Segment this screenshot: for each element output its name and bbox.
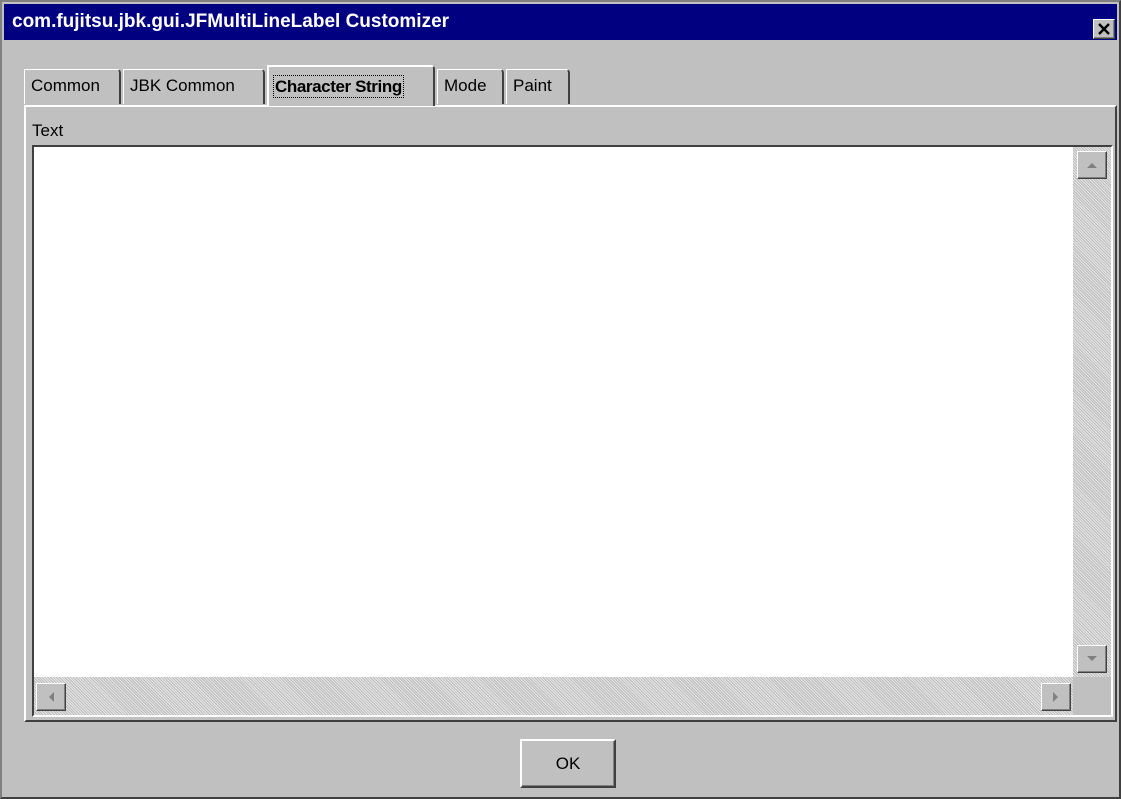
ok-button[interactable]: OK bbox=[520, 739, 616, 788]
customizer-window: com.fujitsu.jbk.gui.JFMultiLineLabel Cus… bbox=[0, 0, 1121, 799]
arrow-right-icon bbox=[1053, 692, 1058, 702]
horizontal-scrollbar[interactable] bbox=[34, 677, 1073, 715]
tab-label: Paint bbox=[513, 76, 552, 95]
scroll-left-button[interactable] bbox=[36, 683, 66, 711]
scroll-down-button[interactable] bbox=[1077, 645, 1107, 673]
close-icon bbox=[1098, 23, 1110, 35]
character-string-panel: Text bbox=[24, 105, 1117, 722]
scroll-right-button[interactable] bbox=[1041, 683, 1071, 711]
tab-label: Mode bbox=[444, 76, 487, 95]
tab-paint[interactable]: Paint bbox=[506, 69, 570, 104]
arrow-up-icon bbox=[1087, 163, 1097, 168]
close-button[interactable] bbox=[1093, 19, 1115, 39]
tab-label: Common bbox=[31, 76, 100, 95]
window-title: com.fujitsu.jbk.gui.JFMultiLineLabel Cus… bbox=[12, 11, 450, 32]
ok-button-label: OK bbox=[555, 753, 581, 773]
vertical-scrollbar[interactable] bbox=[1073, 147, 1111, 677]
text-area[interactable] bbox=[34, 147, 1073, 677]
tab-label: JBK Common bbox=[130, 76, 235, 95]
tab-jbk-common[interactable]: JBK Common bbox=[123, 69, 265, 104]
scrollbar-corner bbox=[1073, 677, 1111, 715]
arrow-left-icon bbox=[49, 692, 54, 702]
tab-mode[interactable]: Mode bbox=[437, 69, 504, 104]
tab-label: Character String bbox=[273, 75, 404, 98]
tab-character-string[interactable]: Character String bbox=[267, 65, 435, 106]
title-bar[interactable]: com.fujitsu.jbk.gui.JFMultiLineLabel Cus… bbox=[4, 4, 1117, 40]
text-area-container bbox=[32, 145, 1113, 717]
arrow-down-icon bbox=[1087, 656, 1097, 661]
text-field-label: Text bbox=[32, 121, 64, 140]
tab-common[interactable]: Common bbox=[24, 69, 121, 104]
scroll-up-button[interactable] bbox=[1077, 151, 1107, 179]
